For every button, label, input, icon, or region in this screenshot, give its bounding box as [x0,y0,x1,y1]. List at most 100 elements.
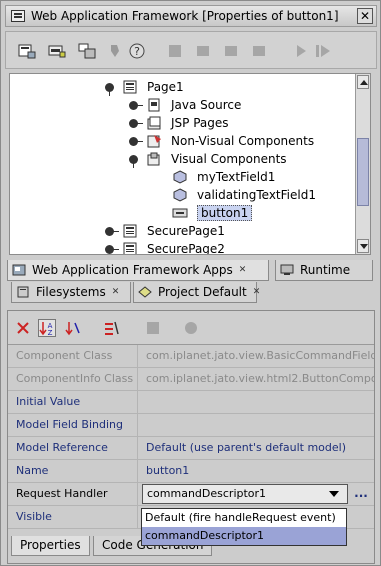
property-toolbar: AZ [8,311,374,345]
page-icon [122,242,138,254]
tree-node-mytextfield1[interactable]: myTextField1 [172,168,275,186]
chevron-down-icon[interactable] [329,491,339,497]
tab-close-icon[interactable]: ✕ [253,287,261,297]
web-app-icon [12,264,26,276]
expand-handle[interactable] [128,154,139,168]
tree-node-label: SecurePage1 [147,224,225,238]
tab-label: Web Application Framework Apps [32,263,233,277]
sort-by-type-icon[interactable] [64,319,82,337]
filesystems-icon [16,286,30,298]
tab-label: Project Default [158,285,247,299]
tree-node-button1[interactable]: button1 [172,204,253,222]
property-value[interactable] [139,414,374,436]
new-module-icon[interactable] [48,42,66,60]
property-name: Model Field Binding [8,414,138,436]
sort-by-name-icon[interactable]: AZ [38,319,56,337]
tree-node-nonvisual-components[interactable]: Non-Visual Components [128,132,314,150]
property-row-model-field-binding[interactable]: Model Field Binding [8,414,374,437]
project-icon [138,286,152,298]
tree-node-java-source[interactable]: Java Source [128,96,241,114]
help-icon[interactable]: ? [128,42,146,60]
next-icon [314,42,332,60]
request-handler-select[interactable]: commandDescriptor1 [142,484,348,504]
property-name: Initial Value [8,391,138,413]
tree-node-validatingtextfield1[interactable]: validatingTextField1 [172,186,316,204]
expand-handle[interactable] [128,100,143,111]
new-object-icon[interactable] [78,42,96,60]
tab-runtime[interactable]: Runtime [275,260,373,281]
property-row-model-reference[interactable]: Model Reference Default (use parent's de… [8,437,374,460]
property-value[interactable]: Default (use parent's default model) [139,437,374,459]
scroll-up-button[interactable] [357,75,369,89]
property-value: com.iplanet.jato.view.BasicCommandField [146,349,374,362]
svg-text:Z: Z [48,329,53,336]
property-name: Model Reference [8,437,138,459]
disabled-icon [144,319,162,337]
tab-project-default[interactable]: Project Default ✕ [133,282,260,303]
toggle-editable-icon[interactable] [102,319,120,337]
tab-label: Runtime [300,263,351,277]
tree-node-page1[interactable]: Page1 [104,78,184,96]
property-name: Request Handler [8,483,138,505]
tree-scrollbar[interactable] [355,74,370,254]
request-handler-dropdown[interactable]: Default (fire handleRequest event) comma… [141,508,347,546]
property-row-request-handler[interactable]: Request Handler commandDescriptor1 ... [8,483,374,506]
expand-handle[interactable] [104,82,115,96]
disabled-icon [106,42,124,60]
tree-node-label: JSP Pages [171,116,229,130]
run-icon [292,42,310,60]
tree-node-label: Page1 [147,80,184,94]
nonvisual-components-icon [146,134,162,148]
property-name: Component Class [8,345,138,367]
scroll-down-button[interactable] [357,239,369,253]
disabled-icon [166,42,184,60]
expand-handle[interactable] [104,244,119,255]
svg-text:?: ? [134,45,140,58]
tab-properties[interactable]: Properties [11,536,90,556]
explorer-tree[interactable]: Page1 Java Source JSP Pages Non-Visual C… [9,73,371,255]
explorer-tabs-row1: Web Application Framework Apps ✕ Runtime [7,260,375,282]
java-source-icon [146,98,162,112]
page-icon [122,80,138,94]
tab-close-icon[interactable]: ✕ [239,265,247,275]
window-title: Web Application Framework [Properties of… [31,9,339,23]
property-row-name[interactable]: Name button1 [8,460,374,483]
property-value: com.iplanet.jato.view.html2.ButtonCompon… [146,372,374,385]
tree-node-label: Visual Components [171,152,287,166]
tree-node-jsp-pages[interactable]: JSP Pages [128,114,229,132]
tab-filesystems[interactable]: Filesystems ✕ [11,282,131,303]
property-name: Visible [8,506,138,528]
expand-handle[interactable] [128,136,143,147]
tree-node-securepage1[interactable]: SecurePage1 [104,222,225,240]
new-page-icon[interactable] [18,42,36,60]
scroll-thumb[interactable] [357,138,369,206]
select-value: commandDescriptor1 [147,487,267,500]
disabled-icon [194,42,212,60]
property-value[interactable] [139,391,374,413]
property-name: Name [8,460,138,482]
tree-node-label: validatingTextField1 [197,188,316,202]
button-icon [172,206,188,220]
textfield-icon [172,188,188,202]
custom-editor-button[interactable]: ... [351,484,371,504]
sort-unsorted-icon[interactable] [14,319,32,337]
expand-handle[interactable] [104,226,119,237]
explorer-tabs-row2: Filesystems ✕ Project Default ✕ [7,282,375,304]
tree-node-label: myTextField1 [197,170,276,184]
dropdown-option[interactable]: Default (fire handleRequest event) [142,509,346,527]
tree-node-securepage2[interactable]: SecurePage2 [104,240,225,255]
expand-handle[interactable] [128,118,143,129]
property-value[interactable]: button1 [139,460,374,482]
dropdown-option-selected[interactable]: commandDescriptor1 [142,527,346,545]
disabled-icon [250,42,268,60]
tab-close-icon[interactable]: ✕ [112,287,120,297]
textfield-icon [172,170,188,184]
page-icon [122,224,138,238]
tree-node-label: Non-Visual Components [171,134,315,148]
tree-node-visual-components[interactable]: Visual Components [128,150,287,168]
close-button[interactable]: ✕ [357,8,373,24]
tab-web-application-framework-apps[interactable]: Web Application Framework Apps ✕ [7,260,269,281]
property-row-componentinfo-class[interactable]: ComponentInfo Class com.iplanet.jato.vie… [8,368,374,391]
property-row-initial-value[interactable]: Initial Value [8,391,374,414]
property-row-component-class[interactable]: Component Class com.iplanet.jato.view.Ba… [8,345,374,368]
